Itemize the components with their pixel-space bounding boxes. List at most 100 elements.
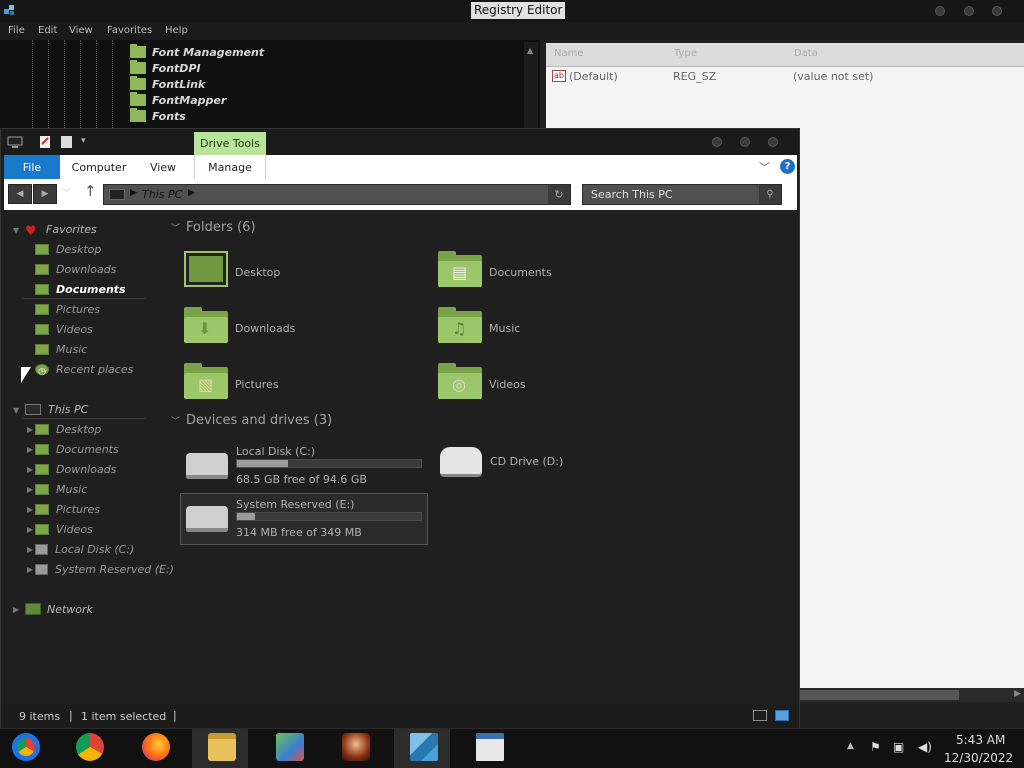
drive-cd-d[interactable]: CD Drive (D:)	[435, 441, 685, 493]
nav-pc-downloads[interactable]: Downloads	[35, 460, 116, 478]
maximize-button[interactable]	[740, 137, 750, 147]
action-center-flag-icon[interactable]: ⚑	[870, 740, 881, 754]
nav-pc-desktop[interactable]: Desktop	[35, 420, 101, 438]
registry-key-font-management[interactable]: Font Management	[130, 44, 264, 60]
tab-manage[interactable]: Manage	[194, 155, 266, 179]
details-view-icon[interactable]	[753, 710, 767, 721]
expand-arrow-icon[interactable]: ▶	[27, 505, 33, 514]
expand-arrow-icon[interactable]: ▶	[27, 485, 33, 494]
collapse-chevron-icon[interactable]: ﹀	[171, 414, 180, 427]
breadcrumb-this-pc[interactable]: This PC	[142, 188, 182, 201]
collapse-chevron-icon[interactable]: ﹀	[171, 221, 180, 234]
scroll-right-icon[interactable]: ▶	[1014, 689, 1021, 699]
value-name[interactable]: (Default)	[569, 70, 618, 83]
close-button[interactable]	[992, 6, 1002, 16]
expand-arrow-icon[interactable]: ▶	[27, 445, 33, 454]
search-input[interactable]: Search This PC ⚲	[582, 184, 782, 205]
nav-fav-documents[interactable]: Documents	[35, 280, 126, 298]
new-folder-icon[interactable]	[60, 135, 73, 149]
nav-pc-pictures[interactable]: Pictures	[35, 500, 100, 518]
scroll-up-icon[interactable]: ▲	[527, 46, 533, 55]
taskbar-firefox[interactable]	[126, 729, 182, 768]
minimize-button[interactable]	[712, 137, 722, 147]
column-name[interactable]: Name	[554, 48, 584, 59]
column-type[interactable]: Type	[674, 48, 697, 59]
taskbar-file-explorer[interactable]	[192, 729, 248, 768]
taskbar-window-app[interactable]	[460, 729, 516, 768]
nav-fav-videos[interactable]: Videos	[35, 320, 93, 338]
taskbar-chrome-beta[interactable]	[0, 729, 56, 768]
nav-fav-pictures[interactable]: Pictures	[35, 300, 100, 318]
expand-arrow-icon[interactable]: ▶	[27, 425, 33, 434]
registry-key-fonts[interactable]: Fonts	[130, 108, 186, 124]
collapse-arrow-icon[interactable]: ▼	[13, 406, 19, 415]
nav-favorites[interactable]: ♥ Favorites	[25, 220, 97, 239]
nav-pc-local-disk-c[interactable]: Local Disk (C:)	[35, 540, 134, 558]
taskbar-chrome[interactable]	[60, 729, 116, 768]
registry-titlebar[interactable]: Registry Editor	[0, 0, 1024, 22]
menu-edit[interactable]: Edit	[38, 25, 57, 36]
drive-tools-context-tab[interactable]: Drive Tools	[194, 132, 266, 156]
clock-time[interactable]: 5:43 AM	[956, 733, 1005, 747]
clock-date[interactable]: 12/30/2022	[944, 751, 1013, 765]
tiles-view-icon[interactable]	[775, 710, 789, 721]
minimize-button[interactable]	[935, 6, 945, 16]
collapse-arrow-icon[interactable]: ▼	[13, 226, 19, 235]
expand-arrow-icon[interactable]: ▶	[27, 465, 33, 474]
folder-desktop[interactable]: Desktop	[184, 251, 424, 301]
nav-fav-downloads[interactable]: Downloads	[35, 260, 116, 278]
volume-icon[interactable]: ◀)	[918, 740, 932, 754]
nav-pc-system-reserved-e[interactable]: System Reserved (E:)	[35, 560, 174, 578]
values-horizontal-scrollbar[interactable]: ▶	[799, 688, 1024, 702]
nav-this-pc[interactable]: This PC	[25, 400, 88, 418]
expand-arrow-icon[interactable]: ▶	[27, 565, 33, 574]
properties-icon[interactable]	[39, 135, 52, 149]
drives-group-header[interactable]: ﹀ Devices and drives (3)	[171, 413, 332, 428]
menu-view[interactable]: View	[69, 25, 93, 36]
address-bar[interactable]: ▶ This PC ▶ ↻	[103, 184, 571, 205]
scroll-thumb[interactable]	[799, 690, 959, 700]
expand-arrow-icon[interactable]: ▶	[27, 545, 33, 554]
taskbar-game[interactable]	[326, 729, 382, 768]
folder-videos[interactable]: ◎ Videos	[438, 363, 678, 413]
registry-key-fontlink[interactable]: FontLink	[130, 76, 205, 92]
explorer-titlebar[interactable]: ▾ Drive Tools	[1, 129, 799, 156]
folder-downloads[interactable]: ⬇ Downloads	[184, 307, 424, 357]
tab-view[interactable]: View	[137, 155, 189, 179]
nav-network[interactable]: Network	[25, 600, 93, 618]
breadcrumb-chevron-icon[interactable]: ▶	[130, 188, 137, 198]
show-hidden-icons-icon[interactable]: ▲	[847, 741, 854, 751]
taskbar-registry-editor[interactable]	[394, 729, 450, 768]
nav-pc-music[interactable]: Music	[35, 480, 87, 498]
nav-pc-videos[interactable]: Videos	[35, 520, 93, 538]
network-tray-icon[interactable]: ▣	[893, 740, 904, 754]
menu-favorites[interactable]: Favorites	[107, 25, 152, 36]
column-data[interactable]: Data	[794, 48, 818, 59]
nav-pc-documents[interactable]: Documents	[35, 440, 119, 458]
menu-file[interactable]: File	[8, 25, 25, 36]
recent-locations-icon[interactable]: ﹀	[62, 186, 71, 199]
forward-button[interactable]: ▶	[33, 184, 57, 204]
folder-pictures[interactable]: ▧ Pictures	[184, 363, 424, 413]
registry-key-fontmapper[interactable]: FontMapper	[130, 92, 226, 108]
tab-computer[interactable]: Computer	[66, 155, 132, 179]
drive-system-reserved-e[interactable]: System Reserved (E:) 314 MB free of 349 …	[180, 493, 428, 545]
drive-local-disk-c[interactable]: Local Disk (C:) 68.5 GB free of 94.6 GB	[181, 441, 431, 493]
close-button[interactable]	[768, 137, 778, 147]
nav-fav-music[interactable]: Music	[35, 340, 87, 358]
menu-help[interactable]: Help	[165, 25, 188, 36]
taskbar-user-accounts[interactable]	[260, 729, 316, 768]
folder-music[interactable]: ♫ Music	[438, 307, 678, 357]
breadcrumb-chevron-icon[interactable]: ▶	[188, 188, 195, 198]
nav-fav-recent-places[interactable]: ◷ Recent places	[35, 360, 133, 378]
expand-ribbon-icon[interactable]: ﹀	[759, 159, 770, 175]
refresh-icon[interactable]: ↻	[548, 185, 570, 204]
back-button[interactable]: ◀	[8, 184, 32, 204]
expand-arrow-icon[interactable]: ▶	[27, 525, 33, 534]
tree-scrollbar[interactable]	[524, 42, 538, 130]
search-icon[interactable]: ⚲	[759, 185, 781, 204]
nav-fav-desktop[interactable]: Desktop	[35, 240, 101, 258]
maximize-button[interactable]	[964, 6, 974, 16]
expand-arrow-icon[interactable]: ▶	[13, 605, 19, 614]
up-arrow-icon[interactable]: ↑	[84, 182, 97, 200]
